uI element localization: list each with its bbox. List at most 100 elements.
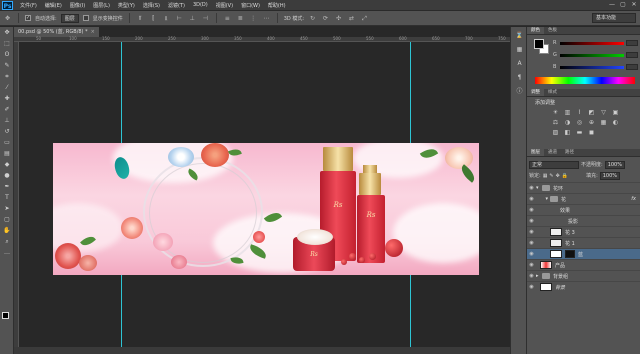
more-tools-icon[interactable]: … xyxy=(1,248,13,258)
layer-effect-row[interactable]: ◉ 投影 xyxy=(527,215,640,226)
visibility-eye-icon[interactable]: ◉ xyxy=(527,240,536,246)
tab-layers[interactable]: 图层 xyxy=(527,149,544,156)
auto-select-dropdown[interactable]: 图层 xyxy=(60,13,79,23)
curves-icon[interactable]: ⌇ xyxy=(575,109,584,117)
menu-type[interactable]: 类型(Y) xyxy=(114,2,139,9)
menu-edit[interactable]: 编辑(E) xyxy=(41,2,66,9)
path-select-icon[interactable]: ➤ xyxy=(1,204,13,214)
visibility-eye-icon[interactable]: ◉ xyxy=(527,218,536,224)
3d-pan-icon[interactable]: ✣ xyxy=(334,14,343,23)
close-tab-icon[interactable]: × xyxy=(91,29,95,35)
levels-icon[interactable]: ▥ xyxy=(563,109,572,117)
pen-icon[interactable]: ✒ xyxy=(1,182,13,192)
banner-artwork[interactable]: Rs Rs Rs xyxy=(53,143,479,275)
distribute-icon[interactable]: ⋮ xyxy=(249,14,258,23)
fx-badge[interactable]: fx xyxy=(631,196,636,202)
foreground-color-swatch[interactable] xyxy=(2,312,9,319)
exposure-icon[interactable]: ◩ xyxy=(587,109,596,117)
blue-slider[interactable]: B xyxy=(553,63,638,71)
3d-roll-icon[interactable]: ⟳ xyxy=(321,14,330,23)
menu-filter[interactable]: 滤镜(T) xyxy=(164,2,189,9)
menu-image[interactable]: 图像(I) xyxy=(66,2,89,9)
show-transform-checkbox[interactable] xyxy=(82,15,89,21)
selective-color-icon[interactable]: ◼ xyxy=(587,129,596,137)
tab-styles[interactable]: 样式 xyxy=(544,89,561,96)
maximize-icon[interactable]: ▢ xyxy=(619,1,627,9)
lock-all-icon[interactable]: 🔒 xyxy=(562,173,568,179)
shape-icon[interactable]: ▢ xyxy=(1,215,13,225)
move-tool-icon[interactable]: ✥ xyxy=(3,14,12,23)
marquee-icon[interactable]: ⬚ xyxy=(1,39,13,49)
tab-color[interactable]: 颜色 xyxy=(527,27,544,34)
layer-mask-thumbnail[interactable] xyxy=(565,250,575,258)
visibility-eye-icon[interactable]: ◉ xyxy=(527,284,536,290)
properties-panel-icon[interactable]: ▦ xyxy=(513,44,526,55)
info-panel-icon[interactable]: ⓘ xyxy=(513,86,526,97)
visibility-eye-icon[interactable]: ◉ xyxy=(527,251,536,257)
lasso-icon[interactable]: ʘ xyxy=(1,50,13,60)
opacity-input[interactable]: 100% xyxy=(604,160,625,169)
distribute-icon[interactable]: ≡ xyxy=(223,14,232,23)
history-brush-icon[interactable]: ↺ xyxy=(1,127,13,137)
tab-paths[interactable]: 路径 xyxy=(561,149,578,156)
vertical-ruler[interactable] xyxy=(14,42,19,354)
align-left-icon[interactable]: ⊢ xyxy=(175,14,184,23)
layer-row[interactable]: ◉ ▾ 花 fx xyxy=(527,193,640,204)
layer-row[interactable]: ◉ 背景 xyxy=(527,281,640,292)
blur-icon[interactable]: ◆ xyxy=(1,160,13,170)
align-center-icon[interactable]: ⊥ xyxy=(188,14,197,23)
align-top-icon[interactable]: ⫪ xyxy=(136,14,145,23)
menu-view[interactable]: 视图(V) xyxy=(212,2,237,9)
menu-file[interactable]: 文件(F) xyxy=(16,2,41,9)
hand-icon[interactable]: ✋ xyxy=(1,226,13,236)
lock-position-icon[interactable]: ✥ xyxy=(556,173,560,179)
layer-row[interactable]: ◉ ▾ 花环 xyxy=(527,182,640,193)
bw-icon[interactable]: ◑ xyxy=(563,119,572,127)
eyedropper-icon[interactable]: ⁄ xyxy=(1,83,13,93)
red-slider[interactable]: R xyxy=(553,39,638,47)
auto-select-checkbox[interactable]: ✓ xyxy=(25,15,31,21)
invert-icon[interactable]: ◐ xyxy=(611,119,620,127)
lock-pixels-icon[interactable]: ✎ xyxy=(549,173,553,179)
align-middle-icon[interactable]: ⫿ xyxy=(149,14,158,23)
mixer-icon[interactable]: ⊕ xyxy=(587,119,596,127)
3d-rotate-icon[interactable]: ↻ xyxy=(308,14,317,23)
balance-icon[interactable]: ⚖ xyxy=(551,119,560,127)
gradient-icon[interactable]: ▤ xyxy=(1,149,13,159)
distribute-icon[interactable]: ≣ xyxy=(236,14,245,23)
move-icon[interactable]: ✥ xyxy=(1,28,13,38)
crop-icon[interactable]: ⌗ xyxy=(1,72,13,82)
lock-transparent-icon[interactable]: ▦ xyxy=(543,173,548,179)
menu-window[interactable]: 窗口(W) xyxy=(237,2,264,9)
tab-channels[interactable]: 通道 xyxy=(544,149,561,156)
visibility-eye-icon[interactable]: ◉ xyxy=(527,207,536,213)
history-panel-icon[interactable]: ⌛ xyxy=(513,30,526,41)
menu-3d[interactable]: 3D(D) xyxy=(189,2,212,8)
paragraph-panel-icon[interactable]: ¶ xyxy=(513,72,526,83)
menu-layer[interactable]: 图层(L) xyxy=(89,2,114,9)
blue-value-field[interactable] xyxy=(626,64,638,70)
3d-slide-icon[interactable]: ⇄ xyxy=(347,14,356,23)
green-value-field[interactable] xyxy=(626,52,638,58)
character-panel-icon[interactable]: A xyxy=(513,58,526,69)
visibility-eye-icon[interactable]: ◉ xyxy=(527,196,536,202)
layer-row[interactable]: ◉ ▸ 背景组 xyxy=(527,270,640,281)
visibility-eye-icon[interactable]: ◉ xyxy=(527,229,536,235)
fill-input[interactable]: 100% xyxy=(599,171,621,180)
blend-mode-select[interactable]: 正常 xyxy=(529,160,579,169)
dodge-icon[interactable]: ● xyxy=(1,171,13,181)
align-right-icon[interactable]: ⊣ xyxy=(201,14,210,23)
vibrance-icon[interactable]: ▽ xyxy=(599,109,608,117)
3d-scale-icon[interactable]: ⤢ xyxy=(360,14,369,23)
gradient-map-icon[interactable]: ▬ xyxy=(575,129,584,137)
workspace-selector[interactable]: 基本功能 xyxy=(592,13,636,23)
horizontal-ruler[interactable]: 50 100 150 200 250 300 350 400 450 500 5… xyxy=(14,36,510,42)
foreground-color-swatch[interactable] xyxy=(534,39,544,49)
expand-arrow-icon[interactable]: ▾ xyxy=(536,196,548,202)
green-gradient-bar[interactable] xyxy=(560,53,624,57)
hue-icon[interactable]: ▣ xyxy=(611,109,620,117)
posterize-icon[interactable]: ▨ xyxy=(551,129,560,137)
stamp-icon[interactable]: ⊥ xyxy=(1,116,13,126)
align-bottom-icon[interactable]: ⫫ xyxy=(162,14,171,23)
brightness-icon[interactable]: ☀ xyxy=(551,109,560,117)
